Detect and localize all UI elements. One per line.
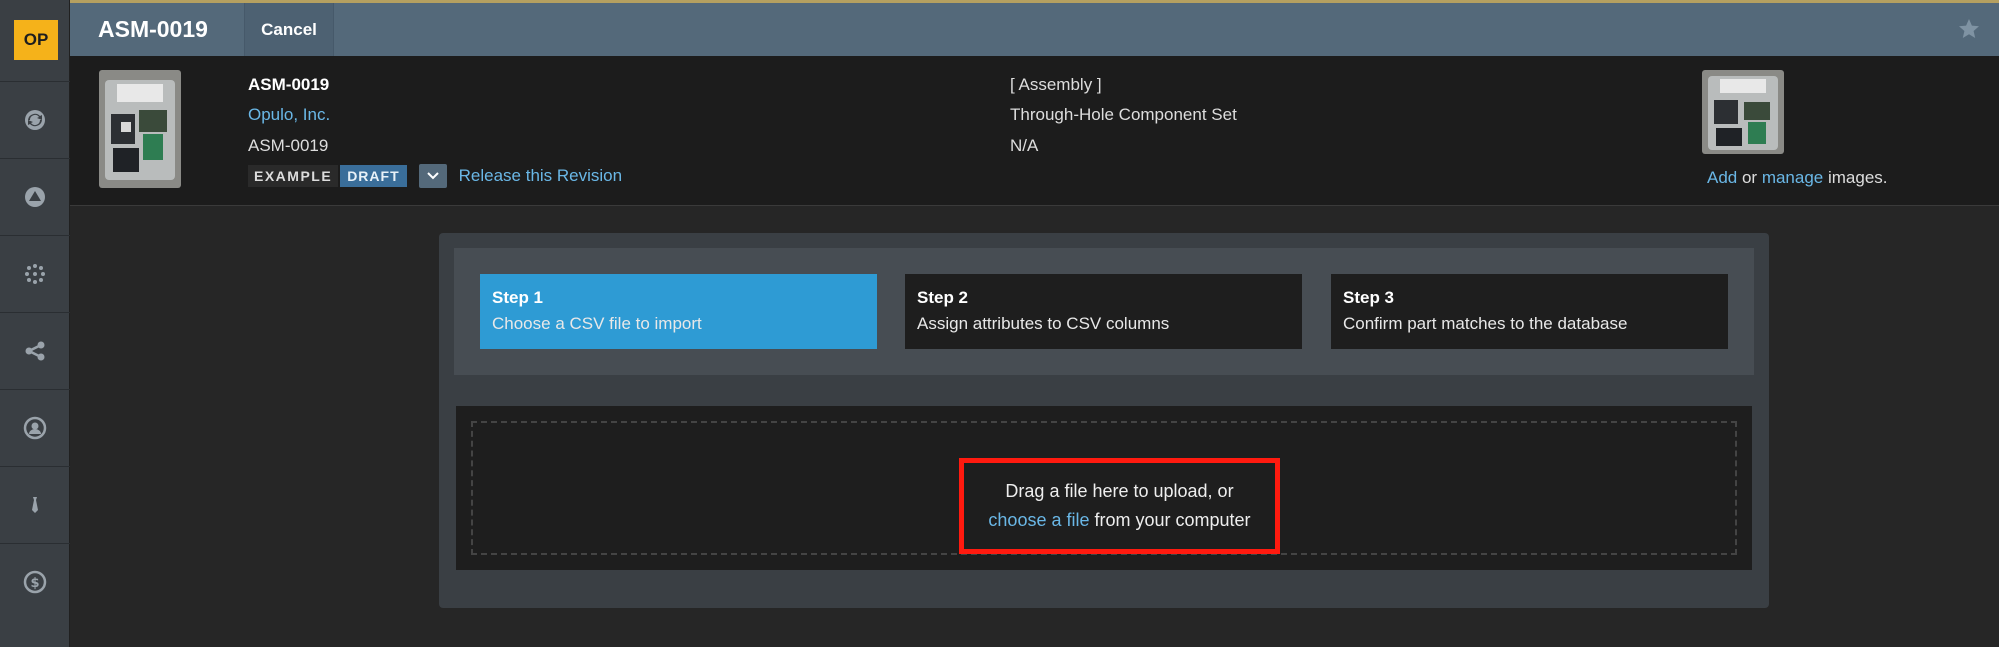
draft-badge: DRAFT bbox=[340, 165, 407, 187]
company-link[interactable]: Opulo, Inc. bbox=[248, 105, 330, 125]
sync-icon bbox=[25, 110, 45, 130]
step-title: Step 3 bbox=[1343, 288, 1395, 307]
drop-line-2: choose a file from your computer bbox=[988, 506, 1250, 535]
drop-line-1: Drag a file here to upload, or bbox=[1005, 481, 1234, 501]
top-bar: ASM-0019 Cancel bbox=[70, 0, 1999, 56]
part-description: Through-Hole Component Set bbox=[1010, 105, 1237, 124]
step-title: Step 2 bbox=[917, 288, 969, 307]
part-number-secondary: ASM-0019 bbox=[248, 136, 329, 155]
page-title: ASM-0019 bbox=[98, 16, 208, 42]
nav-business[interactable] bbox=[0, 466, 70, 543]
drop-line-2-suffix: from your computer bbox=[1089, 510, 1251, 530]
step-2[interactable]: Step 2 Assign attributes to CSV columns bbox=[905, 274, 1302, 349]
images-suffix-text: images. bbox=[1823, 168, 1888, 187]
step-description: Assign attributes to CSV columns bbox=[917, 314, 1170, 333]
chevron-down-icon bbox=[426, 172, 439, 180]
csv-import-wizard: Step 1 Choose a CSV file to import Step … bbox=[439, 233, 1769, 608]
file-dropzone[interactable]: Drag a file here to upload, or choose a … bbox=[471, 421, 1737, 555]
step-title: Step 1 bbox=[492, 288, 544, 307]
step-3[interactable]: Step 3 Confirm part matches to the datab… bbox=[1331, 274, 1728, 349]
part-number: ASM-0019 bbox=[248, 75, 330, 94]
dots-grid-icon bbox=[25, 264, 45, 284]
choose-file-link[interactable]: choose a file bbox=[988, 510, 1089, 530]
svg-text:$: $ bbox=[30, 576, 39, 591]
manage-images-link[interactable]: manage bbox=[1762, 168, 1823, 187]
wizard-steps: Step 1 Choose a CSV file to import Step … bbox=[454, 248, 1754, 375]
revision-badges: EXAMPLE DRAFT Release this Revision bbox=[248, 164, 622, 188]
image-thumbnail[interactable] bbox=[1702, 70, 1784, 154]
nav-grid[interactable] bbox=[0, 235, 70, 312]
app-logo[interactable]: OP bbox=[14, 20, 58, 60]
tie-icon bbox=[32, 497, 38, 513]
left-nav-rail: OP $ bbox=[0, 0, 70, 647]
nav-account[interactable] bbox=[0, 389, 70, 466]
release-revision-link[interactable]: Release this Revision bbox=[459, 166, 622, 186]
images-or-text: or bbox=[1737, 168, 1762, 187]
part-thumbnail[interactable] bbox=[99, 70, 181, 188]
step-description: Confirm part matches to the database bbox=[1343, 314, 1628, 333]
triangle-circle-icon bbox=[25, 187, 45, 207]
images-actions: Add or manage images. bbox=[1707, 168, 1888, 188]
upload-instructions: Drag a file here to upload, or choose a … bbox=[959, 458, 1280, 554]
revision-dropdown-button[interactable] bbox=[418, 164, 447, 188]
nav-share[interactable] bbox=[0, 312, 70, 389]
part-type: [ Assembly ] bbox=[1010, 75, 1102, 94]
nav-billing[interactable]: $ bbox=[0, 543, 70, 620]
step-1[interactable]: Step 1 Choose a CSV file to import bbox=[480, 274, 877, 349]
cancel-button[interactable]: Cancel bbox=[244, 3, 334, 56]
example-badge: EXAMPLE bbox=[248, 165, 339, 187]
nav-parts[interactable] bbox=[0, 158, 70, 235]
add-images-link[interactable]: Add bbox=[1707, 168, 1737, 187]
upload-panel: Drag a file here to upload, or choose a … bbox=[456, 406, 1752, 570]
share-icon bbox=[25, 341, 45, 361]
part-field-na: N/A bbox=[1010, 136, 1039, 155]
star-icon[interactable] bbox=[1957, 17, 1981, 41]
user-circle-icon bbox=[23, 416, 47, 440]
step-description: Choose a CSV file to import bbox=[492, 314, 702, 333]
part-header: ASM-0019 Opulo, Inc. ASM-0019 EXAMPLE DR… bbox=[70, 56, 1999, 206]
dollar-icon: $ bbox=[23, 570, 47, 594]
nav-sync[interactable] bbox=[0, 81, 70, 158]
